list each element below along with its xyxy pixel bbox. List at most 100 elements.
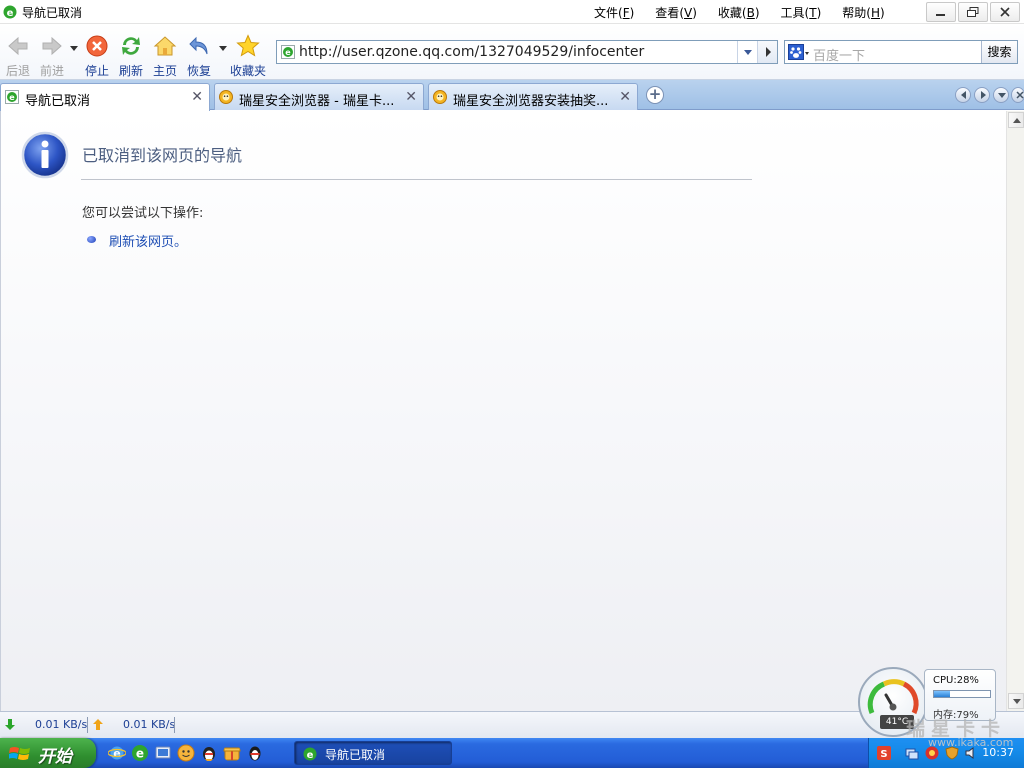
suggestion-label: 您可以尝试以下操作: xyxy=(82,206,204,221)
favorites-button[interactable]: 收藏夹 xyxy=(230,30,266,78)
menu-help[interactable]: 帮助(H) xyxy=(842,4,884,21)
new-tab-button[interactable]: + xyxy=(646,86,664,104)
svg-text:e: e xyxy=(7,8,14,19)
rising-browser-icon: e xyxy=(303,747,317,761)
history-dropdown-icon[interactable] xyxy=(70,44,78,52)
close-icon xyxy=(1016,91,1024,99)
menu-tools[interactable]: 工具(T) xyxy=(781,4,822,21)
menu-favorites[interactable]: 收藏(B) xyxy=(718,4,760,21)
go-button[interactable] xyxy=(757,41,777,63)
forward-arrow-icon xyxy=(42,36,62,56)
shield-icon[interactable] xyxy=(945,746,959,760)
tab-title: 瑞星安全浏览器安装抽奖... xyxy=(453,94,609,109)
tab-list-button[interactable] xyxy=(993,87,1009,103)
search-box[interactable]: 百度一下 搜索 xyxy=(784,40,1018,64)
qq-penguin-icon[interactable] xyxy=(200,744,218,762)
scroll-down-icon xyxy=(1013,699,1021,704)
chevron-down-icon xyxy=(998,93,1006,98)
info-icon xyxy=(21,131,69,179)
status-separator xyxy=(87,717,88,733)
system-monitor-widget[interactable]: CPU:28% 内存:79% 41°C xyxy=(858,667,996,737)
upload-arrow-icon xyxy=(93,719,103,730)
scroll-up-icon xyxy=(1013,118,1021,123)
scroll-down-button[interactable] xyxy=(1008,693,1024,709)
system-tray: S 10:37 xyxy=(868,738,1024,768)
minimize-button[interactable] xyxy=(926,2,956,22)
tab-scroll-left-button[interactable] xyxy=(955,87,971,103)
gift-box-icon[interactable] xyxy=(223,744,241,762)
rising-lion-icon xyxy=(433,90,447,104)
desktop-icon[interactable] xyxy=(154,744,172,762)
restore-button[interactable]: 恢复 xyxy=(182,30,216,78)
tab-title: 瑞星安全浏览器 - 瑞星卡... xyxy=(239,94,395,109)
menu-bar: 文件(F) 查看(V) 收藏(B) 工具(T) 帮助(H) xyxy=(594,4,906,21)
restore-window-icon xyxy=(967,7,979,17)
tab-strip: e 导航已取消 ✕ 瑞星安全浏览器 - 瑞星卡... ✕ 瑞星安全浏览器安装抽奖… xyxy=(0,80,1024,111)
tab-scroll-right-button[interactable] xyxy=(974,87,990,103)
minimize-icon xyxy=(936,14,945,16)
tab-rising-browser[interactable]: 瑞星安全浏览器 - 瑞星卡... ✕ xyxy=(214,83,424,110)
taskbar-window-button[interactable]: e 导航已取消 xyxy=(294,741,452,765)
stop-icon xyxy=(86,35,108,57)
restore-dropdown-icon[interactable] xyxy=(219,44,227,52)
network-icon[interactable] xyxy=(905,746,919,760)
status-separator xyxy=(174,717,175,733)
go-arrow-icon xyxy=(766,47,771,57)
menu-file[interactable]: 文件(F) xyxy=(594,4,634,21)
undo-icon xyxy=(189,36,208,55)
cpu-usage-fill xyxy=(934,691,950,697)
cpu-usage-label: CPU:28% xyxy=(933,675,979,686)
baidu-paw-icon[interactable] xyxy=(788,44,810,61)
address-dropdown-button[interactable] xyxy=(737,41,757,63)
rising-lion-icon xyxy=(219,90,233,104)
window-title: 导航已取消 xyxy=(22,6,83,20)
windows-flag-icon xyxy=(9,747,30,760)
url-text[interactable]: http://user.qzone.qq.com/1327049529/info… xyxy=(299,44,644,60)
forward-button[interactable]: 前进 xyxy=(35,30,69,78)
rising-antivirus-icon[interactable] xyxy=(925,746,939,760)
menu-view[interactable]: 查看(V) xyxy=(655,4,697,21)
svg-text:e: e xyxy=(285,48,291,57)
memory-usage-label: 内存:79% xyxy=(933,710,979,721)
download-arrow-icon xyxy=(5,719,15,730)
clock: 10:37 xyxy=(982,746,1014,759)
address-bar[interactable]: e http://user.qzone.qq.com/1327049529/in… xyxy=(276,40,778,64)
tab-close-button[interactable]: ✕ xyxy=(405,89,417,105)
search-input[interactable]: 百度一下 xyxy=(813,45,865,64)
tab-close-button[interactable]: ✕ xyxy=(191,89,203,105)
tab-rising-lottery[interactable]: 瑞星安全浏览器安装抽奖... ✕ xyxy=(428,83,638,110)
close-tab-bar-button[interactable] xyxy=(1011,87,1024,103)
rising-browser-icon[interactable]: e xyxy=(131,744,149,762)
page-content: 已取消到该网页的导航 您可以尝试以下操作: 刷新该网页。 xyxy=(0,111,1006,711)
sogou-input-icon[interactable]: S xyxy=(877,746,891,760)
scroll-up-button[interactable] xyxy=(1008,112,1024,128)
vertical-scrollbar[interactable] xyxy=(1006,111,1024,711)
tab-active[interactable]: e 导航已取消 ✕ xyxy=(0,83,210,111)
qq-icon[interactable] xyxy=(246,744,264,762)
star-icon xyxy=(236,34,260,57)
smiley-app-icon[interactable] xyxy=(177,744,195,762)
start-button[interactable]: 开始 xyxy=(0,738,96,768)
download-speed: 0.01 KB/s xyxy=(5,717,87,733)
search-button[interactable]: 搜索 xyxy=(981,41,1017,63)
back-arrow-icon xyxy=(8,36,28,56)
ie-icon[interactable]: e xyxy=(108,744,126,762)
taskbar: 开始 e e e 导航已取消 S 10:37 xyxy=(0,738,1024,768)
navigation-toolbar: 后退 前进 停止 刷新 主页 恢复 收藏夹 e http://user.qzon… xyxy=(0,24,1024,80)
tab-title: 导航已取消 xyxy=(25,94,91,109)
svg-text:e: e xyxy=(307,750,314,761)
browser-logo-icon: e xyxy=(3,5,17,19)
restore-window-button[interactable] xyxy=(958,2,988,22)
refresh-page-link[interactable]: 刷新该网页。 xyxy=(109,231,187,250)
svg-text:e: e xyxy=(136,747,144,761)
title-bar: e 导航已取消 文件(F) 查看(V) 收藏(B) 工具(T) 帮助(H) xyxy=(0,0,1024,24)
bullet-icon xyxy=(87,236,96,243)
page-icon: e xyxy=(5,90,19,104)
page-title: 已取消到该网页的导航 xyxy=(82,146,243,165)
cpu-usage-bar xyxy=(933,690,991,698)
close-window-button[interactable] xyxy=(990,2,1020,22)
upload-speed: 0.01 KB/s xyxy=(93,717,175,733)
monitor-panel: CPU:28% 内存:79% xyxy=(924,669,996,721)
tab-close-button[interactable]: ✕ xyxy=(619,89,631,105)
volume-icon[interactable] xyxy=(965,746,979,760)
